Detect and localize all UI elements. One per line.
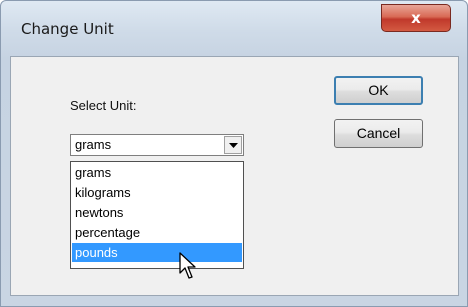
window-title: Change Unit [21,20,114,38]
chevron-down-icon [229,143,238,148]
dropdown-option-grams[interactable]: grams [72,163,242,182]
select-unit-label: Select Unit: [70,98,137,113]
mouse-pointer-icon [179,252,196,279]
dropdown-button[interactable] [224,136,242,154]
unit-combobox[interactable]: grams [70,134,244,156]
dialog-window: Change Unit x Select Unit: grams grams k… [0,0,468,307]
unit-combobox-value: grams [75,137,112,152]
dialog-client-area: Select Unit: grams grams kilograms newto… [10,56,459,296]
cancel-button[interactable]: Cancel [334,119,423,148]
dropdown-option-kilograms[interactable]: kilograms [72,183,242,202]
close-button[interactable]: x [381,4,451,32]
title-bar[interactable]: Change Unit x [1,1,467,57]
dropdown-option-percentage[interactable]: percentage [72,223,242,242]
ok-button[interactable]: OK [334,76,423,105]
dropdown-option-newtons[interactable]: newtons [72,203,242,222]
close-icon: x [411,9,421,27]
unit-dropdown-list[interactable]: grams kilograms newtons percentage pound… [70,161,244,269]
dropdown-option-pounds[interactable]: pounds [72,243,242,262]
